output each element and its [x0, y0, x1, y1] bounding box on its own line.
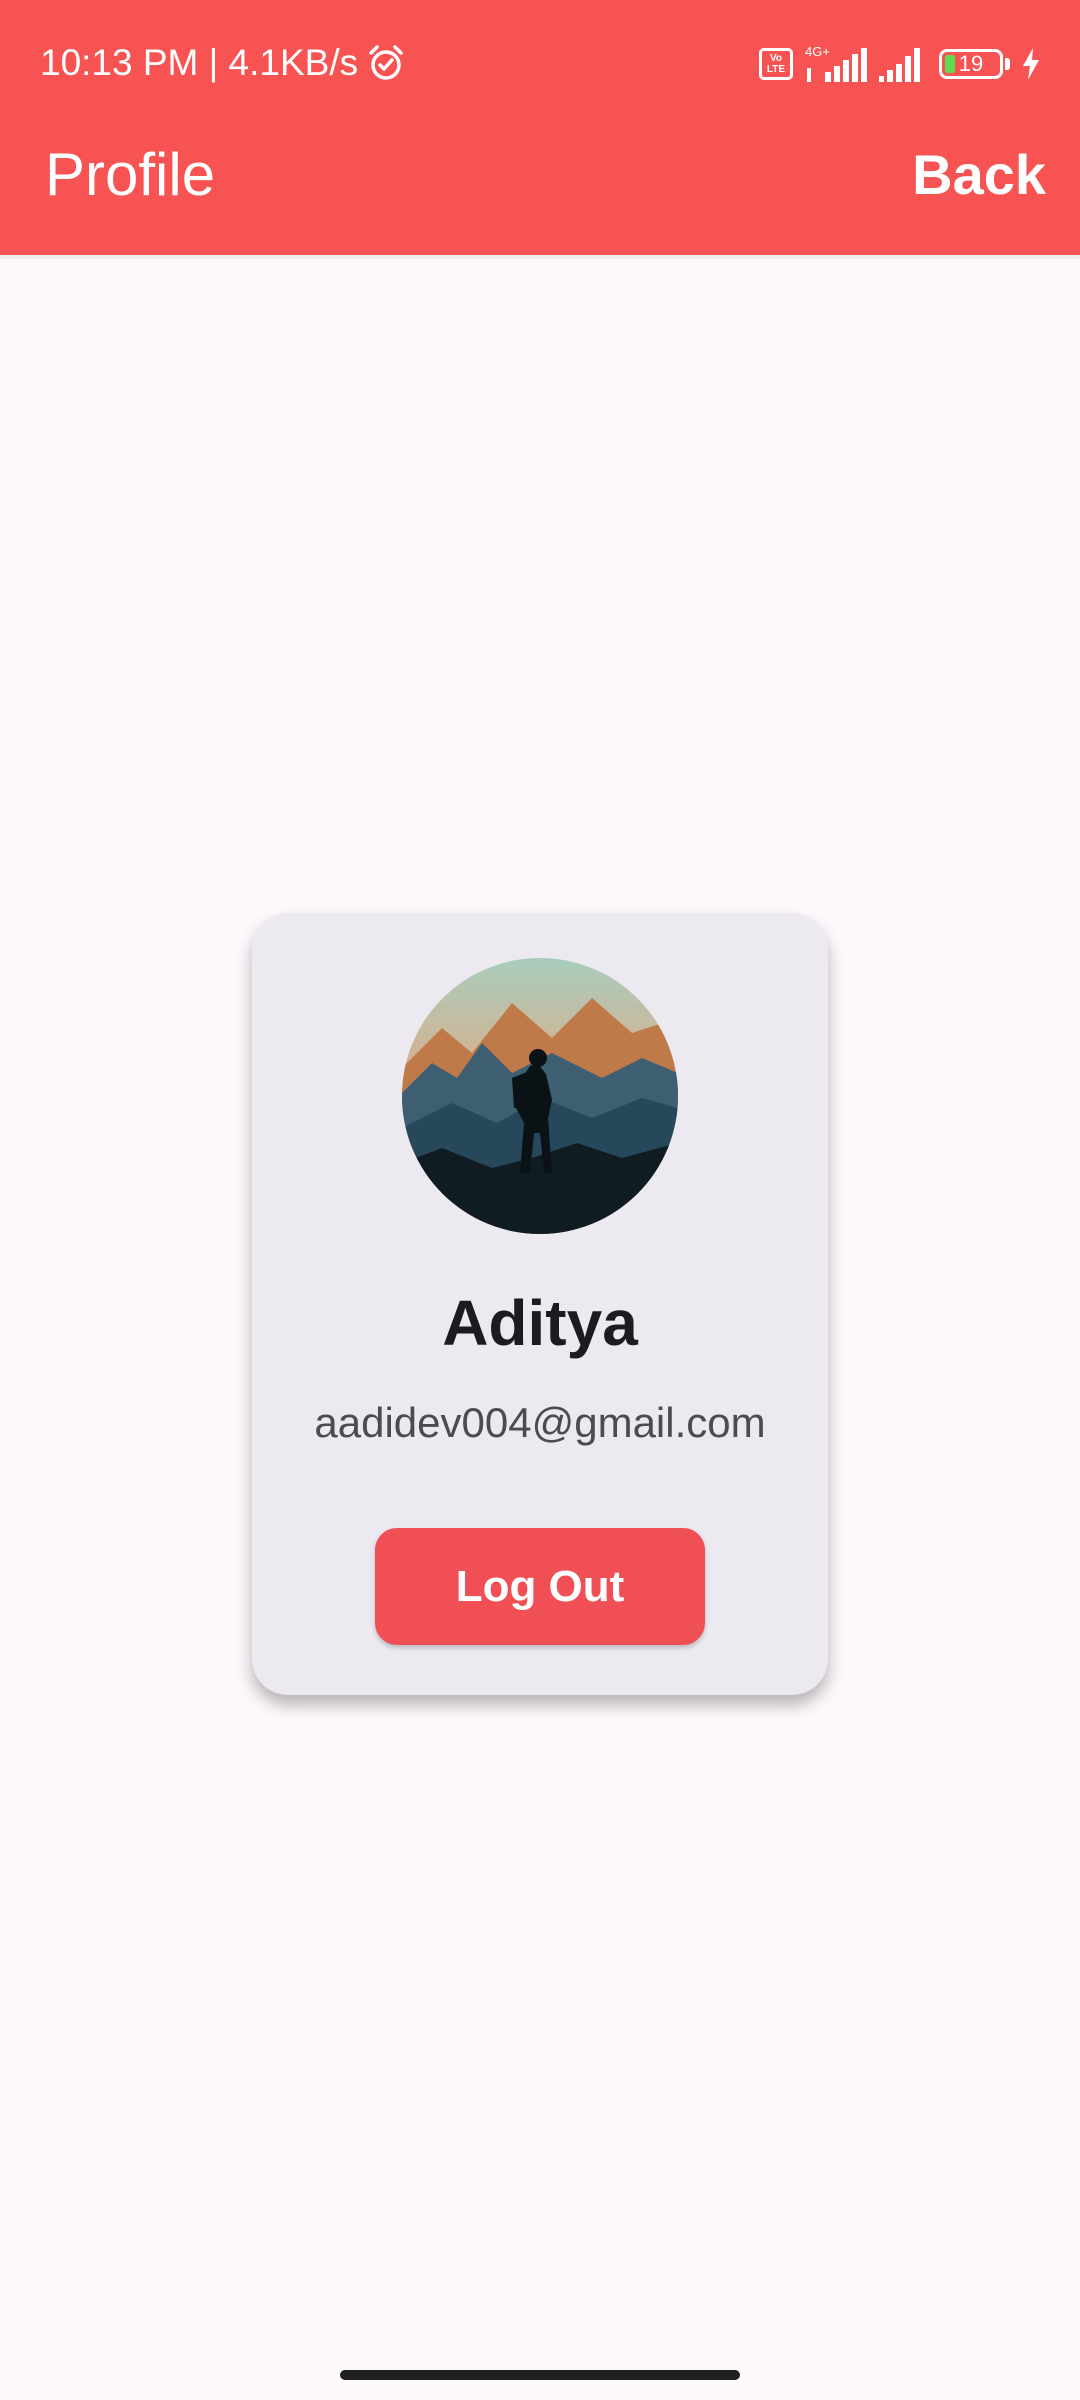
signal-icon-2	[879, 48, 920, 82]
home-indicator[interactable]	[340, 2370, 740, 2380]
app-bar: 10:13 PM | 4.1KB/s Vo LTE 4G+ 19 Profile…	[0, 0, 1080, 259]
battery-tip	[1005, 58, 1010, 70]
avatar-image	[402, 958, 678, 1234]
battery-level: 19	[958, 51, 984, 76]
status-bar: 10:13 PM | 4.1KB/s Vo LTE 4G+ 19	[0, 0, 1080, 130]
battery-icon: 19	[939, 49, 1003, 79]
logout-button[interactable]: Log Out	[375, 1528, 705, 1645]
network-type-label: 4G+	[805, 44, 830, 59]
battery-fill	[945, 55, 955, 73]
charging-bolt-icon	[1023, 48, 1039, 80]
profile-name: Aditya	[442, 1287, 638, 1359]
page-title: Profile	[45, 141, 216, 208]
alarm-icon	[369, 45, 403, 80]
status-left: 10:13 PM | 4.1KB/s	[40, 38, 406, 88]
status-right: Vo LTE 4G+ 19	[759, 44, 1040, 84]
status-time-speed: 10:13 PM | 4.1KB/s	[40, 42, 359, 83]
signal-icon: 4G+	[805, 44, 867, 82]
volte-icon: Vo LTE	[759, 48, 793, 80]
profile-card: Aditya aadidev004@gmail.com Log Out	[252, 913, 828, 1695]
avatar	[402, 958, 678, 1234]
back-button[interactable]: Back	[912, 140, 1046, 210]
profile-email: aadidev004@gmail.com	[314, 1399, 766, 1446]
